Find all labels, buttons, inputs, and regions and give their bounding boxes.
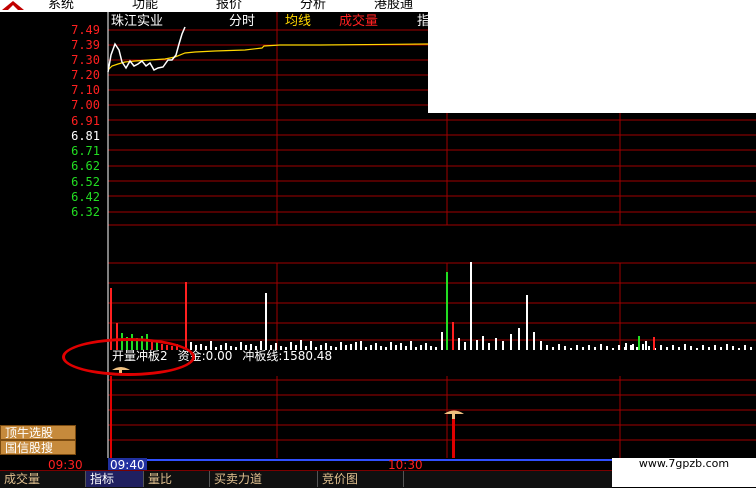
- volume-bar: [714, 345, 716, 350]
- volume-bar: [458, 338, 460, 350]
- volume-bar: [410, 341, 412, 350]
- volume-bar: [425, 343, 427, 350]
- volume-bar: [744, 345, 746, 350]
- volume-bar: [630, 345, 632, 350]
- volume-bar: [638, 336, 640, 350]
- volume-bar: [642, 344, 644, 350]
- stock-search-button[interactable]: 国信股搜: [0, 440, 76, 455]
- volume-bar: [265, 293, 267, 350]
- volume-bar: [510, 334, 512, 350]
- volume-bar: [441, 332, 443, 350]
- volume-bar: [702, 345, 704, 350]
- avg-price-line: [107, 43, 429, 71]
- volume-bar: [648, 346, 650, 350]
- volume-bar: [678, 347, 680, 350]
- price-line: [107, 26, 186, 73]
- volume-bar: [660, 345, 662, 350]
- volume-bar: [375, 343, 377, 350]
- volume-bar: [420, 345, 422, 350]
- volume-bar: [185, 282, 187, 350]
- tab-volume-ratio[interactable]: 量比: [144, 471, 210, 487]
- volume-bar: [400, 343, 402, 350]
- volume-bar: [415, 347, 417, 350]
- chart-grid: [108, 12, 756, 458]
- indicator-board-line: 冲板线:1580.48: [242, 349, 333, 363]
- volume-bar: [365, 347, 367, 350]
- volume-bar: [738, 348, 740, 350]
- volume-bar: [582, 347, 584, 350]
- watermark-text: www.7gpzb.com: [638, 457, 730, 470]
- volume-bar: [452, 322, 454, 350]
- volume-bar: [540, 341, 542, 350]
- volume-bar: [435, 347, 437, 350]
- volume-bar: [672, 345, 674, 350]
- watermark: www.7gpzb.com: [612, 457, 756, 487]
- volume-bar: [690, 346, 692, 350]
- volume-bar: [666, 347, 668, 350]
- volume-bar: [546, 345, 548, 350]
- volume-bar: [380, 346, 382, 350]
- volume-bar: [345, 345, 347, 350]
- volume-bar: [732, 346, 734, 350]
- intraday-chart: [107, 12, 756, 461]
- volume-bar: [594, 347, 596, 350]
- volume-bar: [570, 348, 572, 350]
- volume-bar: [502, 341, 504, 350]
- volume-bar: [612, 348, 614, 350]
- volume-bar: [385, 347, 387, 350]
- volume-bar: [653, 337, 655, 350]
- volume-bar: [558, 344, 560, 350]
- volume-bar: [645, 341, 647, 350]
- highlight-circle: [62, 338, 195, 376]
- volume-bar: [750, 347, 752, 350]
- volume-bar: [488, 343, 490, 350]
- volume-bar: [636, 347, 638, 350]
- volume-bar: [588, 345, 590, 350]
- volume-bar: [430, 346, 432, 350]
- volume-bar: [470, 262, 472, 350]
- stock-picker-button[interactable]: 顶牛选股: [0, 425, 76, 440]
- volume-bar: [350, 344, 352, 350]
- volume-bar: [726, 344, 728, 350]
- tab-auction-chart[interactable]: 竞价图: [318, 471, 404, 487]
- volume-bar: [618, 345, 620, 350]
- volume-bar: [464, 342, 466, 350]
- volume-bar: [355, 342, 357, 350]
- volume-bar: [495, 338, 497, 350]
- volume-bar: [526, 295, 528, 350]
- tab-buy-sell-force[interactable]: 买卖力道: [210, 471, 318, 487]
- volume-bar: [600, 344, 602, 350]
- tab-indicator[interactable]: 指标: [86, 471, 144, 487]
- volume-bar: [684, 344, 686, 350]
- volume-bar: [360, 341, 362, 350]
- volume-bar: [708, 347, 710, 350]
- tab-volume[interactable]: 成交量: [0, 471, 86, 487]
- volume-bar: [518, 328, 520, 350]
- volume-bar: [552, 347, 554, 350]
- volume-bar: [476, 340, 478, 350]
- volume-bar: [446, 272, 448, 350]
- volume-bar: [390, 342, 392, 350]
- volume-bar: [405, 346, 407, 350]
- volume-bar: [395, 345, 397, 350]
- volume-bar: [370, 345, 372, 350]
- volume-bar: [482, 336, 484, 350]
- indicator-tabs: 成交量 指标 量比 买卖力道 竞价图: [0, 470, 612, 488]
- volume-bar: [606, 346, 608, 350]
- volume-bar: [564, 346, 566, 350]
- volume-bar: [720, 347, 722, 350]
- volume-bar: [576, 345, 578, 350]
- volume-bar: [533, 332, 535, 350]
- volume-bar: [625, 343, 627, 350]
- volume-bars: [110, 262, 752, 350]
- volume-bar: [696, 348, 698, 350]
- signal-line-right: [452, 419, 455, 458]
- time-axis-line: [108, 459, 612, 461]
- signal-line-left: [110, 376, 112, 458]
- volume-bar: [632, 344, 634, 350]
